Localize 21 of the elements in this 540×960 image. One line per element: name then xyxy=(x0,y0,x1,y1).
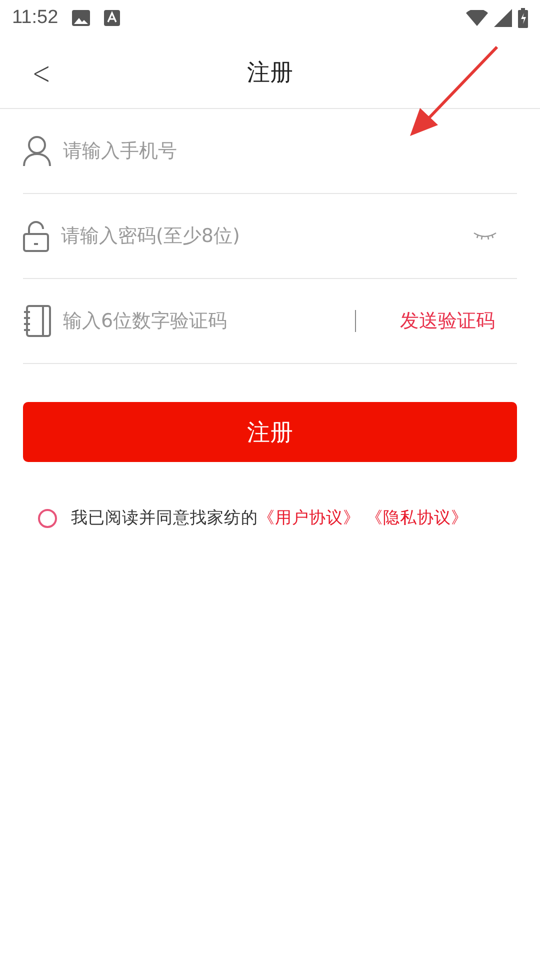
wifi-icon xyxy=(466,10,488,26)
register-button[interactable]: 注册 xyxy=(23,402,517,462)
agree-checkbox[interactable] xyxy=(38,508,57,528)
input-field[interactable]: 请输入密码(至少8位) xyxy=(59,224,463,248)
image-icon xyxy=(72,10,90,26)
notification-icon xyxy=(104,10,120,26)
page-title: 注册 xyxy=(247,58,293,88)
person-icon xyxy=(23,135,51,167)
signal-icon xyxy=(494,9,512,27)
agreement-text: 我已阅读并同意找家纺的 xyxy=(71,507,258,529)
battery-icon xyxy=(518,8,528,28)
notebook-icon xyxy=(23,305,51,337)
input-field[interactable]: 请输入手机号 xyxy=(61,139,517,163)
closed-eye-icon[interactable] xyxy=(473,231,497,241)
agreement-link[interactable]: 《用户协议》 xyxy=(258,507,360,529)
input-field[interactable]: 输入6位数字验证码 xyxy=(61,309,345,333)
status-time: 11:52 xyxy=(12,7,58,29)
agreement-link[interactable]: 《隐私协议》 xyxy=(366,507,468,529)
send-code-button[interactable]: 发送验证码 xyxy=(400,308,517,334)
padlock-icon xyxy=(23,220,49,252)
back-button[interactable]: < xyxy=(28,54,55,92)
